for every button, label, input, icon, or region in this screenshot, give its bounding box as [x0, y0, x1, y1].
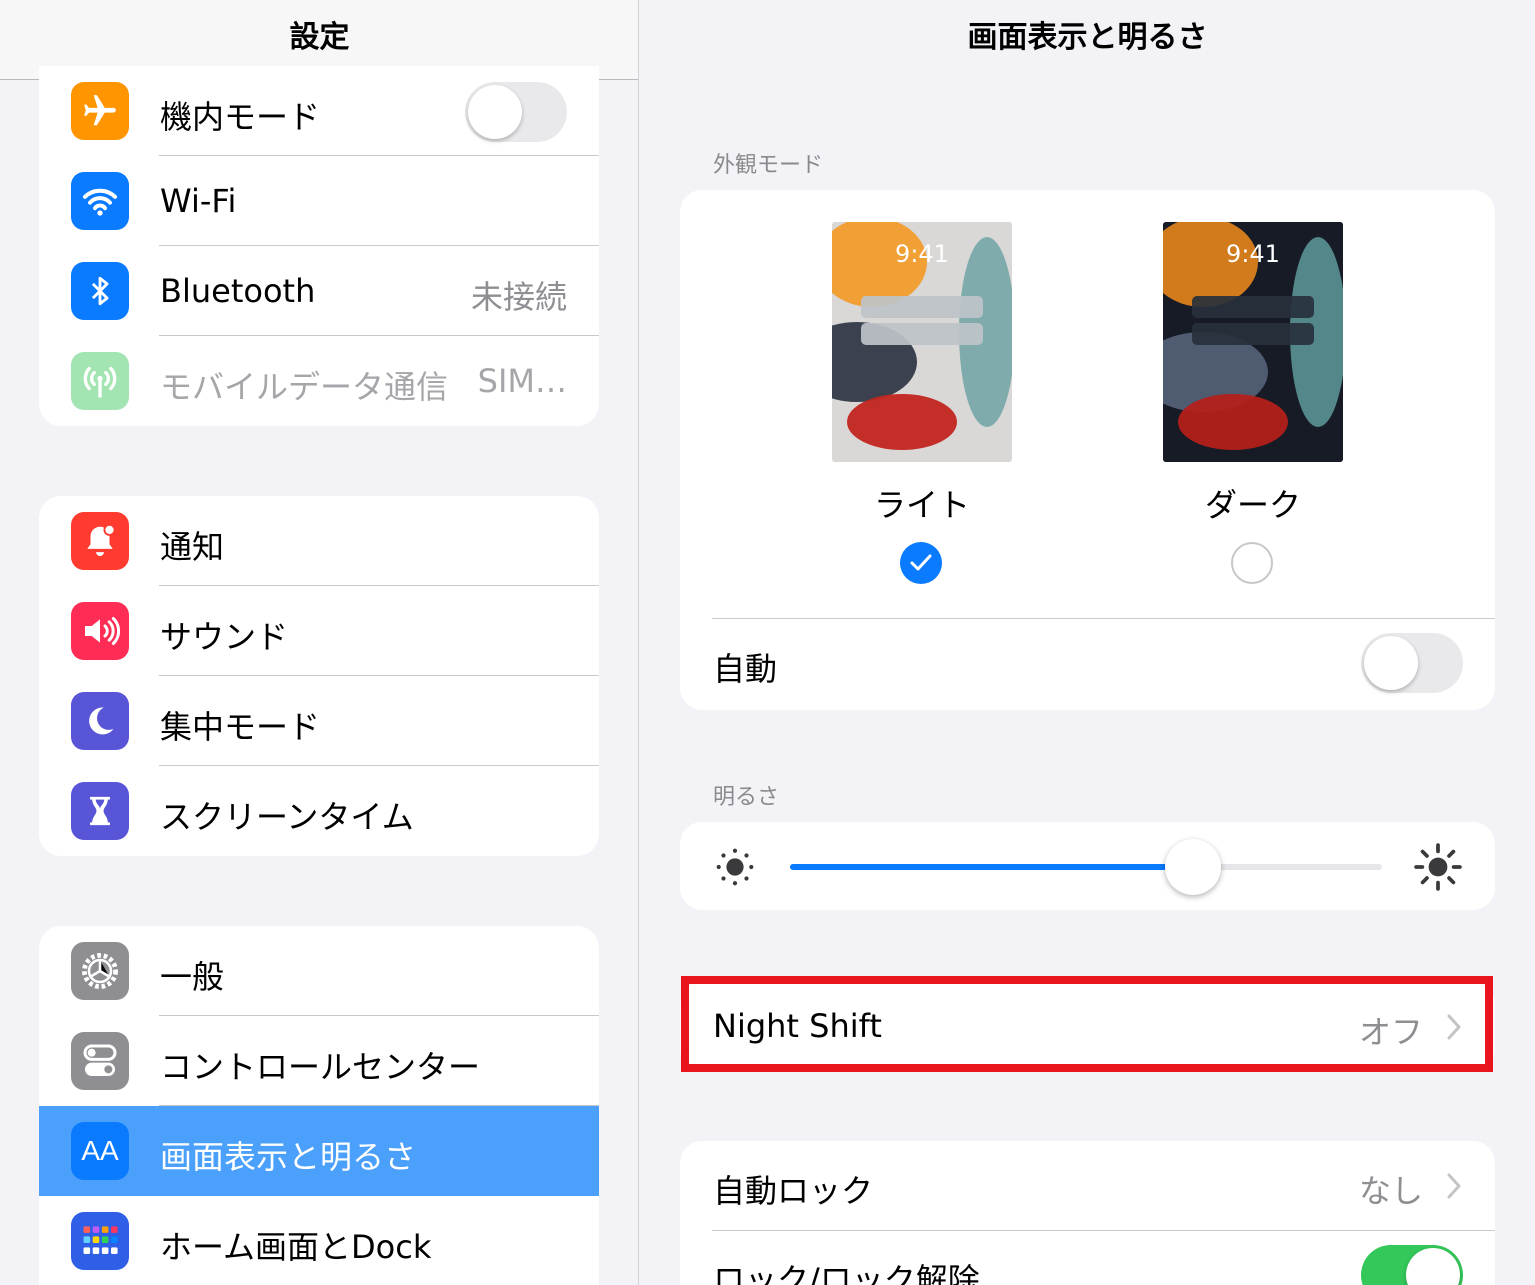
sidebar-item-label: 集中モード [160, 708, 321, 746]
lock-unlock-toggle[interactable] [1361, 1245, 1463, 1285]
text-size-icon: AA [71, 1122, 129, 1180]
sidebar-item-wifi[interactable]: Wi-Fi [39, 156, 599, 246]
light-mode-radio-selected[interactable] [900, 542, 942, 584]
sidebar-item-screen-time[interactable]: スクリーンタイム [39, 766, 599, 856]
preview-time: 9:41 [1226, 240, 1280, 268]
connectivity-group: 機内モード Wi-Fi Bluetooth 未接続 モバイルデータ通信 SIM… [39, 66, 599, 426]
sidebar-item-label: モバイルデータ通信 [160, 368, 449, 406]
notification-bar [861, 323, 983, 345]
app-grid-icon [71, 1212, 129, 1270]
toggle-knob [1406, 1248, 1460, 1285]
sun-high-icon [1414, 843, 1462, 891]
preview-time: 9:41 [895, 240, 949, 268]
brightness-section-label: 明るさ [713, 785, 780, 810]
auto-appearance-toggle[interactable] [1361, 633, 1463, 693]
sidebar-item-focus[interactable]: 集中モード [39, 676, 599, 766]
bell-icon [71, 512, 129, 570]
mobile-data-status: SIM… [477, 362, 567, 400]
brightness-slider-fill [790, 864, 1193, 870]
light-mode-label: ライト [873, 486, 970, 524]
airplane-mode-toggle[interactable] [465, 82, 567, 142]
sidebar-item-general[interactable]: 一般 [39, 926, 599, 1016]
sidebar-item-label: Bluetooth [160, 272, 316, 310]
bluetooth-status: 未接続 [470, 278, 567, 316]
antenna-icon [71, 352, 129, 410]
sidebar-item-label: 画面表示と明るさ [160, 1138, 417, 1176]
dark-mode-label: ダーク [1204, 486, 1301, 524]
auto-lock-row[interactable]: 自動ロック なし [680, 1141, 1495, 1231]
notification-bar [861, 296, 983, 318]
display-brightness-panel: 画面表示と明るさ 外観モード 9:41 ライト 9:41 ダーク 自動 明るさ … [640, 0, 1535, 1285]
sidebar-item-label: 一般 [160, 958, 225, 996]
bluetooth-icon [71, 262, 129, 320]
sidebar-item-airplane-mode[interactable]: 機内モード [39, 66, 599, 156]
sidebar-item-label: 機内モード [160, 98, 321, 136]
sidebar-item-mobile-data[interactable]: モバイルデータ通信 SIM… [39, 336, 599, 426]
dark-mode-radio-unselected[interactable] [1231, 542, 1273, 584]
sidebar-item-home-screen-dock[interactable]: ホーム画面とDock [39, 1196, 599, 1285]
sidebar-item-control-center[interactable]: コントロールセンター [39, 1016, 599, 1106]
sidebar-item-sounds[interactable]: サウンド [39, 586, 599, 676]
brightness-card [680, 822, 1495, 910]
night-shift-highlight-box [681, 976, 1493, 1072]
speaker-icon [71, 602, 129, 660]
airplane-icon [71, 82, 129, 140]
auto-lock-label: 自動ロック [713, 1172, 874, 1210]
sidebar-item-label: Wi-Fi [160, 182, 237, 220]
appearance-section-label: 外観モード [713, 153, 824, 178]
toggle-knob [468, 85, 522, 139]
sidebar-item-label: コントロールセンター [160, 1048, 481, 1086]
sidebar-item-label: ホーム画面とDock [160, 1228, 432, 1266]
sidebar-item-label: サウンド [160, 618, 289, 656]
lock-settings-card: 自動ロック なし ロック/ロック解除 [680, 1141, 1495, 1285]
sun-low-icon [716, 848, 754, 886]
text-size-glyph: AA [81, 1135, 119, 1166]
brightness-slider[interactable] [790, 864, 1382, 870]
dark-mode-preview[interactable]: 9:41 [1163, 222, 1343, 462]
moon-icon [71, 692, 129, 750]
sidebar-title: 設定 [289, 20, 350, 55]
light-mode-preview[interactable]: 9:41 [832, 222, 1012, 462]
notification-bar [1192, 296, 1314, 318]
gear-icon [71, 942, 129, 1000]
auto-appearance-label: 自動 [713, 650, 778, 688]
hourglass-icon [71, 782, 129, 840]
divider [712, 1230, 1495, 1231]
brightness-slider-thumb[interactable] [1164, 839, 1221, 895]
chevron-right-icon [1447, 1173, 1461, 1199]
notifications-group: 通知 サウンド 集中モード スクリーンタイム [39, 496, 599, 856]
toggle-knob [1364, 636, 1418, 690]
settings-sidebar: 設定 機内モード Wi-Fi Bluetooth 未接続 モバイルデータ通信 S… [0, 0, 639, 1285]
wifi-icon [71, 172, 129, 230]
page-title: 画面表示と明るさ [967, 20, 1208, 55]
switches-icon [71, 1032, 129, 1090]
auto-lock-value: なし [1358, 1172, 1423, 1210]
divider [712, 618, 1495, 619]
sidebar-item-label: スクリーンタイム [160, 798, 414, 836]
general-group: 一般 コントロールセンター AA 画面表示と明るさ ホーム画面とDock [39, 926, 599, 1285]
sidebar-item-label: 通知 [160, 528, 225, 566]
sidebar-item-notifications[interactable]: 通知 [39, 496, 599, 586]
notification-bar [1192, 323, 1314, 345]
sidebar-item-display-brightness[interactable]: AA 画面表示と明るさ [39, 1106, 599, 1196]
checkmark-icon [910, 554, 932, 571]
appearance-card: 9:41 ライト 9:41 ダーク 自動 [680, 190, 1495, 710]
sidebar-item-bluetooth[interactable]: Bluetooth 未接続 [39, 246, 599, 336]
lock-unlock-label: ロック/ロック解除 [713, 1261, 980, 1285]
